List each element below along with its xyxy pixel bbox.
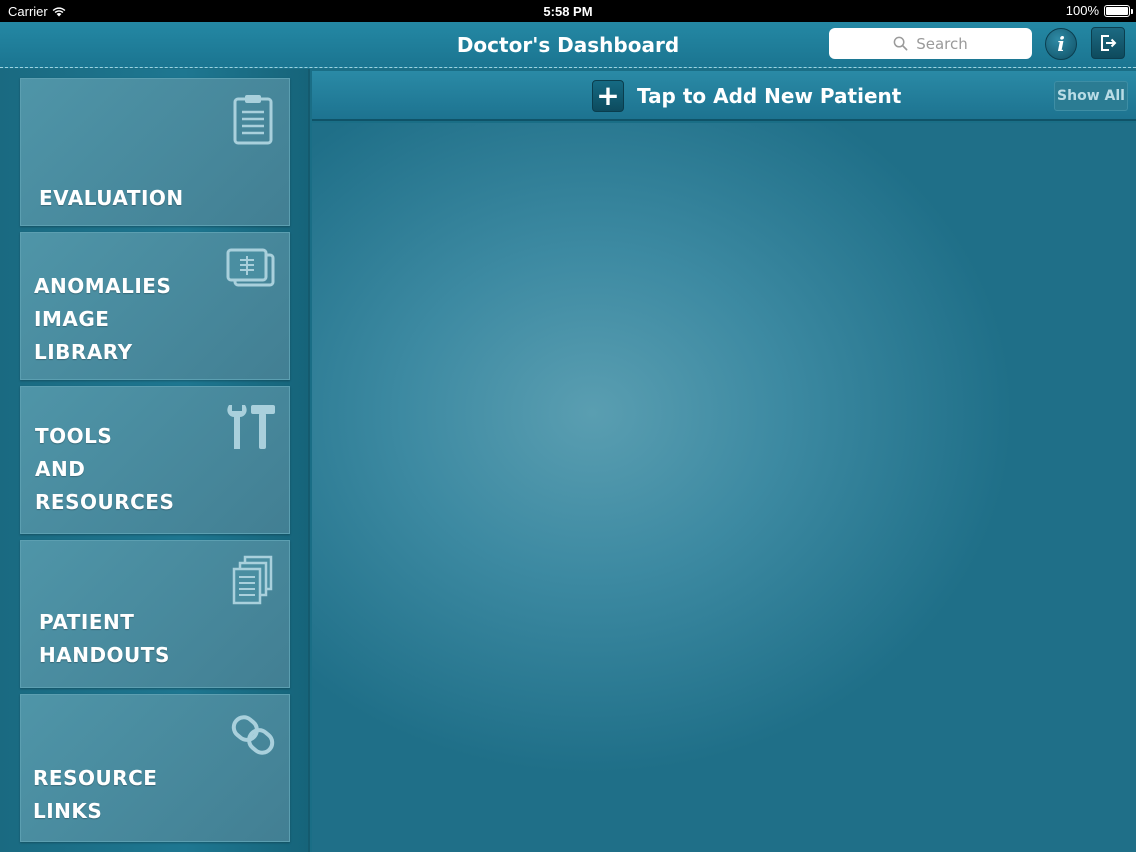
search-input[interactable]: Search [829, 28, 1032, 59]
add-new-patient-label: Tap to Add New Patient [637, 84, 902, 108]
search-icon [893, 36, 908, 51]
sidebar-menu: EVALUATION ANOMALIES IMAGE LIBRARY TOOLS… [0, 69, 310, 852]
documents-icon [231, 555, 275, 607]
patient-list-area [312, 123, 1136, 852]
info-icon: i [1057, 32, 1065, 56]
add-new-patient-button[interactable]: + Tap to Add New Patient [592, 80, 901, 112]
info-button[interactable]: i [1045, 28, 1077, 60]
status-time: 5:58 PM [543, 4, 593, 19]
sidebar-item-label: PATIENT HANDOUTS [39, 610, 170, 667]
battery-icon [1104, 4, 1133, 17]
tools-icon [223, 401, 277, 453]
clipboard-icon [231, 93, 275, 147]
status-bar: Carrier 5:58 PM 100% [0, 0, 1136, 22]
sidebar-item-resource-links[interactable]: RESOURCE LINKS [20, 694, 290, 842]
sidebar-item-evaluation[interactable]: EVALUATION [20, 78, 290, 226]
chain-link-icon [231, 709, 275, 761]
sidebar-item-label: RESOURCE LINKS [33, 766, 158, 823]
xray-images-icon [225, 247, 277, 291]
search-placeholder: Search [916, 34, 968, 53]
logout-icon [1101, 35, 1117, 51]
plus-icon: + [592, 80, 624, 112]
logout-button[interactable] [1091, 27, 1125, 59]
sidebar-item-anomalies-image-library[interactable]: ANOMALIES IMAGE LIBRARY [20, 232, 290, 380]
show-all-button[interactable]: Show All [1054, 81, 1128, 111]
sidebar-item-label: TOOLS AND RESOURCES [35, 424, 175, 514]
sidebar-item-patient-handouts[interactable]: PATIENT HANDOUTS [20, 540, 290, 688]
nav-bar: Doctor's Dashboard Search i [0, 22, 1136, 68]
battery-percent: 100% [1065, 3, 1099, 18]
sidebar-item-label: EVALUATION [39, 186, 184, 210]
battery-indicator: 100% [1065, 3, 1133, 18]
sidebar-item-label: ANOMALIES IMAGE LIBRARY [34, 274, 172, 364]
sidebar-item-tools-and-resources[interactable]: TOOLS AND RESOURCES [20, 386, 290, 534]
patient-action-bar: + Tap to Add New Patient Show All [312, 71, 1136, 121]
